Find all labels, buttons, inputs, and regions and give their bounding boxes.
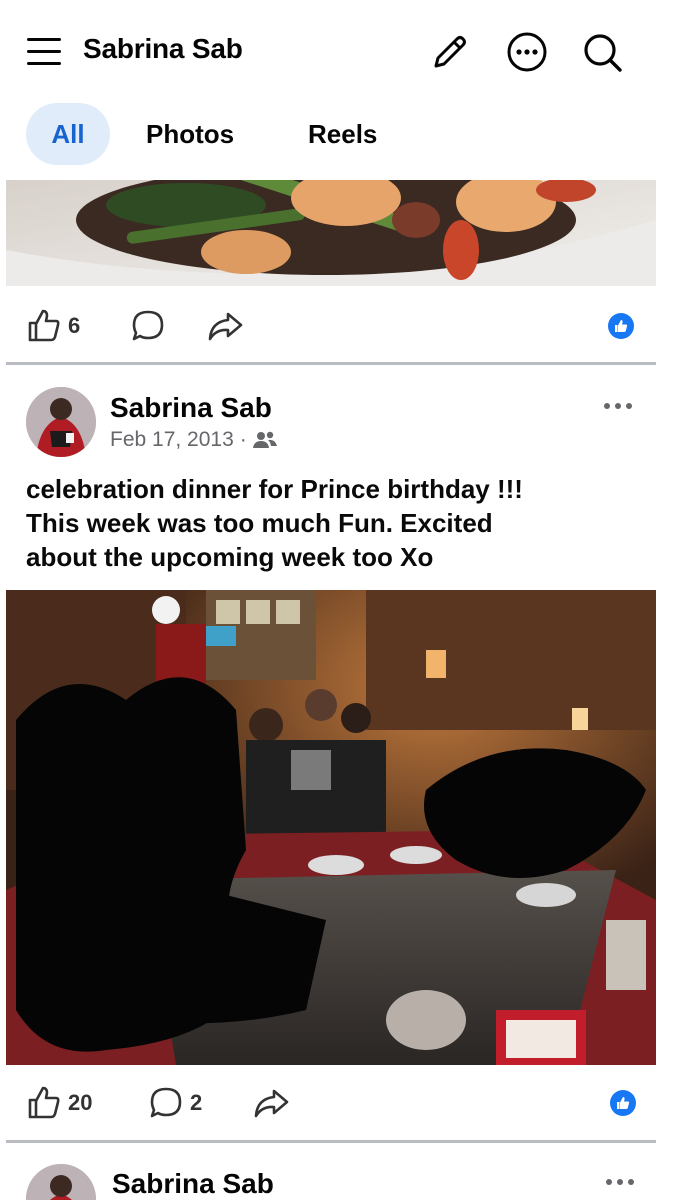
post-text-line: This week was too much Fun. Excited	[26, 508, 493, 538]
more-icon[interactable]	[505, 30, 549, 74]
post-text: celebration dinner for Prince birthday !…	[26, 472, 646, 574]
like-count: 20	[68, 1090, 93, 1115]
post-author[interactable]: Sabrina Sab	[112, 1168, 274, 1200]
search-icon[interactable]	[580, 30, 624, 74]
avatar[interactable]	[26, 387, 96, 457]
meta-separator: ·	[239, 428, 247, 451]
post-actions: 6	[0, 296, 675, 356]
comment-icon	[150, 1087, 182, 1118]
avatar[interactable]	[26, 1164, 96, 1200]
comment-icon	[132, 310, 164, 341]
food-photo[interactable]	[6, 180, 656, 286]
post-text-line: about the upcoming week too Xo	[26, 542, 434, 572]
share-icon	[254, 1089, 289, 1118]
post-date[interactable]: Feb 17, 2013	[110, 428, 234, 452]
like-reaction-icon	[608, 313, 634, 339]
like-count: 6	[68, 313, 81, 338]
post-options-icon[interactable]	[600, 396, 636, 416]
share-button[interactable]	[206, 296, 244, 356]
edit-icon[interactable]	[428, 30, 472, 74]
post-author[interactable]: Sabrina Sab	[110, 392, 272, 424]
like-button[interactable]: 6	[26, 296, 80, 356]
like-button[interactable]: 20	[26, 1073, 92, 1133]
tab-photos[interactable]: Photos	[126, 103, 254, 165]
comment-button[interactable]: 2	[148, 1073, 202, 1133]
comment-count: 2	[190, 1090, 203, 1115]
share-button[interactable]	[252, 1073, 290, 1133]
post-divider	[6, 1140, 656, 1143]
post-actions: 20 2	[0, 1073, 675, 1133]
share-icon	[208, 312, 243, 341]
page-title: Sabrina Sab	[83, 33, 243, 64]
thumbs-up-icon	[28, 1086, 60, 1119]
post-options-icon[interactable]	[602, 1172, 638, 1192]
restaurant-photo[interactable]	[6, 590, 656, 1065]
post-divider	[6, 362, 656, 365]
post-meta: Feb 17, 2013 ·	[110, 428, 277, 452]
tab-reels[interactable]: Reels	[288, 103, 397, 165]
post-text-line: celebration dinner for Prince birthday !…	[26, 474, 523, 504]
menu-icon[interactable]	[26, 34, 62, 70]
friends-icon	[252, 431, 277, 448]
thumbs-up-icon	[28, 309, 60, 342]
page-header: Sabrina Sab	[0, 0, 675, 100]
like-reaction-icon	[610, 1090, 636, 1116]
filter-tabs: All Photos Reels	[0, 103, 675, 167]
comment-button[interactable]	[130, 296, 166, 356]
tab-all[interactable]: All	[26, 103, 110, 165]
